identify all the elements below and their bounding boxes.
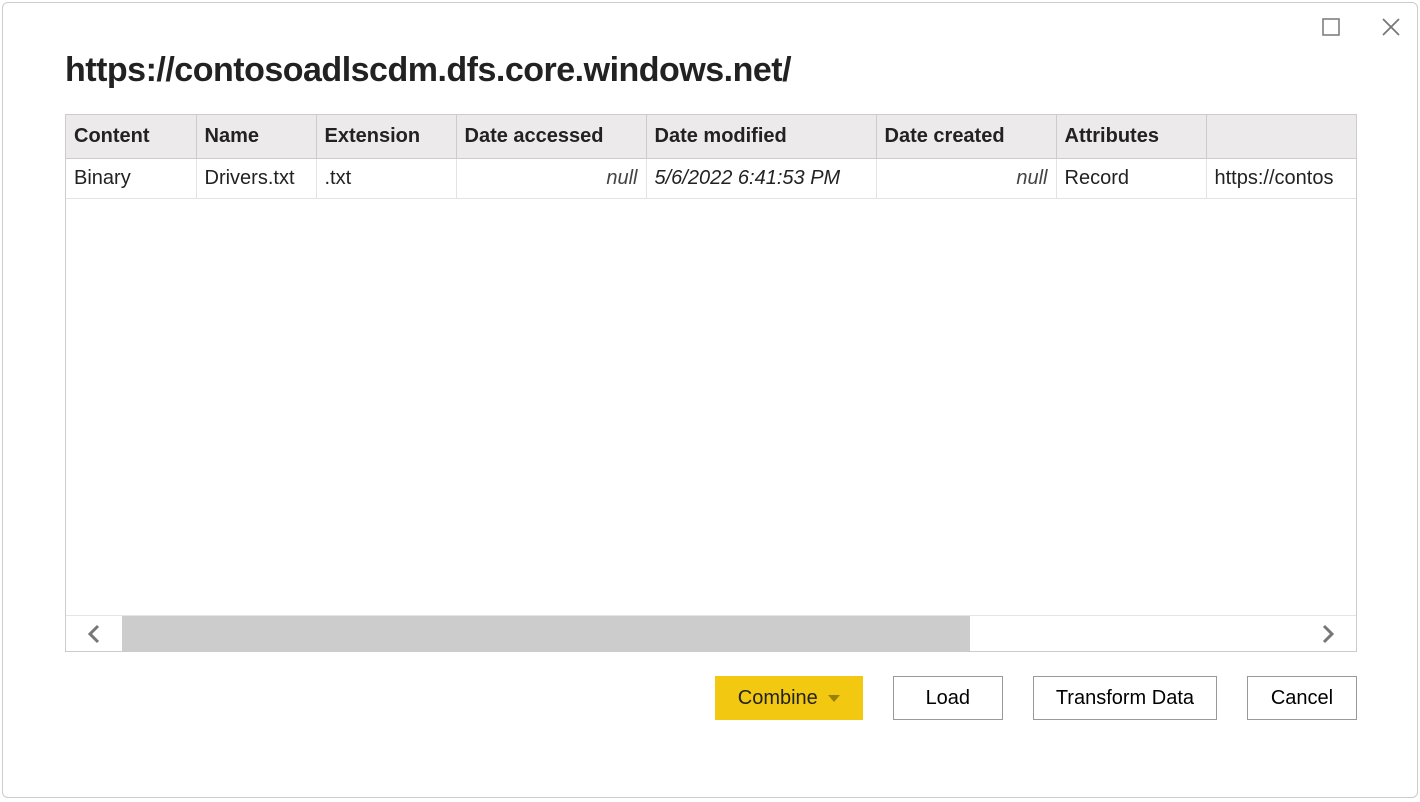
- load-button[interactable]: Load: [893, 676, 1003, 720]
- maximize-button[interactable]: [1317, 13, 1345, 41]
- dialog-footer: Combine Load Transform Data Cancel: [3, 652, 1417, 720]
- cancel-button[interactable]: Cancel: [1247, 676, 1357, 720]
- cell-date-created: null: [876, 159, 1056, 199]
- scroll-left-arrow[interactable]: [66, 616, 122, 651]
- col-header-date-accessed[interactable]: Date accessed: [456, 115, 646, 159]
- combine-button[interactable]: Combine: [715, 676, 863, 720]
- scroll-thumb-gap: [970, 616, 1300, 651]
- cancel-button-label: Cancel: [1271, 687, 1333, 710]
- cell-date-modified: 5/6/2022 6:41:53 PM: [646, 159, 876, 199]
- scroll-track[interactable]: [122, 616, 1300, 651]
- col-header-attributes[interactable]: Attributes: [1056, 115, 1206, 159]
- col-header-path[interactable]: [1206, 115, 1356, 159]
- col-header-content[interactable]: Content: [66, 115, 196, 159]
- col-header-date-created[interactable]: Date created: [876, 115, 1056, 159]
- chevron-down-icon: [828, 695, 840, 702]
- cell-attributes: Record: [1056, 159, 1206, 199]
- combine-button-label: Combine: [738, 687, 818, 710]
- page-title: https://contosoadlscdm.dfs.core.windows.…: [65, 51, 1417, 90]
- scroll-right-arrow[interactable]: [1300, 616, 1356, 651]
- file-table: Content Name Extension Date accessed Dat…: [65, 114, 1357, 652]
- cell-path: https://contos: [1206, 159, 1356, 199]
- cell-content: Binary: [66, 159, 196, 199]
- close-button[interactable]: [1377, 13, 1405, 41]
- navigator-dialog: https://contosoadlscdm.dfs.core.windows.…: [2, 2, 1418, 798]
- cell-extension: .txt: [316, 159, 456, 199]
- transform-button-label: Transform Data: [1056, 687, 1194, 710]
- col-header-name[interactable]: Name: [196, 115, 316, 159]
- table-header-row: Content Name Extension Date accessed Dat…: [66, 115, 1356, 159]
- col-header-extension[interactable]: Extension: [316, 115, 456, 159]
- data-table: Content Name Extension Date accessed Dat…: [66, 115, 1356, 199]
- horizontal-scrollbar[interactable]: [66, 615, 1356, 651]
- table-row[interactable]: Binary Drivers.txt .txt null 5/6/2022 6:…: [66, 159, 1356, 199]
- cell-name: Drivers.txt: [196, 159, 316, 199]
- transform-data-button[interactable]: Transform Data: [1033, 676, 1217, 720]
- col-header-date-modified[interactable]: Date modified: [646, 115, 876, 159]
- cell-date-accessed: null: [456, 159, 646, 199]
- window-controls: [1317, 13, 1405, 41]
- load-button-label: Load: [926, 687, 971, 710]
